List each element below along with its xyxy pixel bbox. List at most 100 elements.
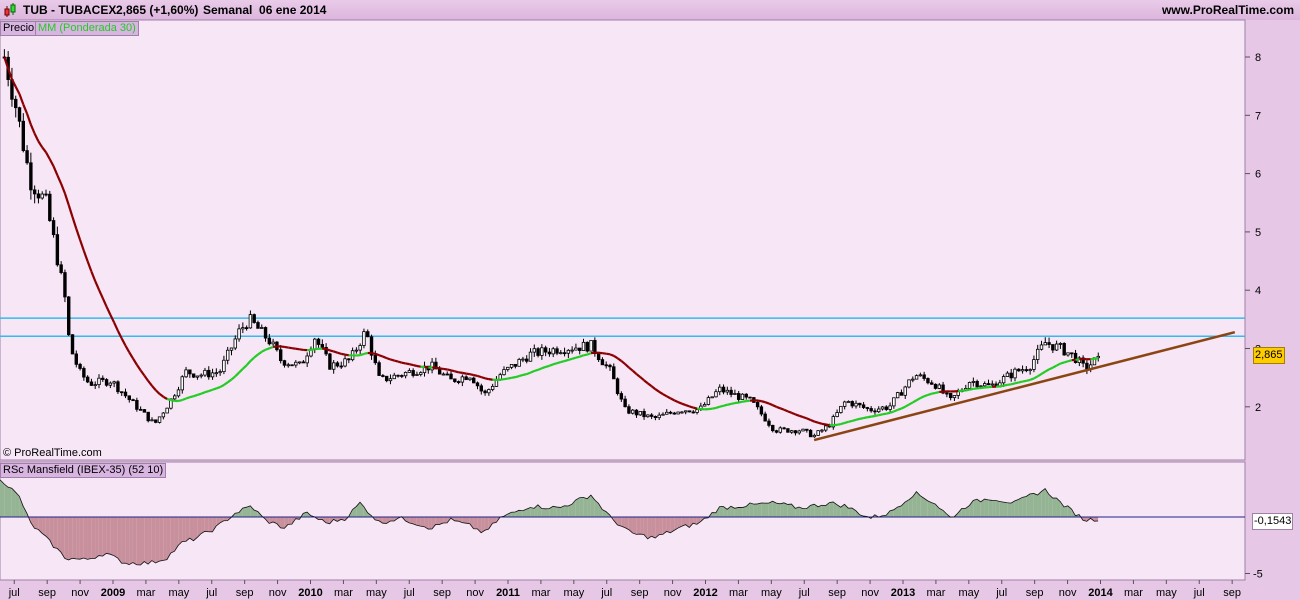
- candle-body: [403, 371, 408, 377]
- candle-body: [286, 364, 290, 367]
- ma-line-segment: [545, 364, 550, 368]
- time-label: sep: [38, 587, 56, 599]
- rsc-area-negative: [79, 517, 84, 560]
- rsc-area-negative: [129, 517, 133, 565]
- candle-body: [82, 368, 86, 378]
- candle-body: [67, 296, 71, 336]
- ma-line-segment: [511, 376, 516, 379]
- rsc-area-positive: [541, 508, 546, 517]
- candle-body: [456, 381, 461, 383]
- rsc-area-negative: [140, 517, 145, 565]
- candle-body: [294, 361, 298, 366]
- time-label: nov: [466, 587, 484, 599]
- candle-body: [142, 409, 147, 413]
- candle-body: [161, 412, 166, 418]
- ma-line-segment: [363, 351, 369, 355]
- candle-body: [744, 393, 748, 398]
- time-label: jul: [600, 587, 612, 599]
- ma-line-segment: [193, 393, 198, 398]
- candle-body: [718, 386, 722, 393]
- candle-body: [214, 372, 219, 375]
- ma-line-segment: [568, 357, 573, 361]
- ma-line-segment: [1022, 379, 1027, 383]
- candle-body: [392, 374, 396, 380]
- time-label: jul: [1193, 587, 1205, 599]
- rsc-area-negative: [68, 517, 73, 560]
- candle-body: [388, 378, 393, 382]
- rsc-area-negative: [121, 517, 126, 564]
- candle-body: [793, 430, 798, 434]
- candle-body: [419, 372, 423, 375]
- ma-line-segment: [817, 421, 823, 425]
- candle-body: [313, 338, 317, 350]
- ma-line-segment: [1018, 380, 1023, 384]
- candle-body: [986, 383, 991, 386]
- candle-body: [150, 419, 154, 422]
- candle-body: [472, 377, 476, 384]
- ma-line-segment: [602, 352, 607, 355]
- candle-body: [85, 376, 90, 383]
- ma-line-segment: [462, 371, 467, 375]
- ma-line-segment: [405, 362, 410, 366]
- ma-line-segment: [586, 352, 592, 356]
- ma-line-segment: [859, 416, 864, 420]
- ma-line-segment: [500, 378, 505, 381]
- ma-line-segment: [386, 357, 391, 361]
- ma-line-segment: [454, 370, 459, 374]
- candle-body: [278, 349, 283, 362]
- rsc-area-negative: [132, 517, 137, 565]
- candle-body: [623, 398, 627, 408]
- candle-body: [93, 384, 97, 387]
- chart-area[interactable]: 2345678-5julsepnov2009marmayjulsepnov201…: [0, 0, 1300, 600]
- candle-body: [903, 386, 907, 396]
- candle-body: [581, 341, 586, 351]
- candle-body: [437, 368, 442, 375]
- legend-price[interactable]: Precio: [0, 21, 38, 36]
- ma-line-segment: [480, 376, 486, 380]
- ma-line-segment: [200, 391, 206, 395]
- rsc-area-negative: [95, 517, 99, 559]
- ma-line-segment: [738, 400, 743, 404]
- ma-line-segment: [416, 364, 421, 368]
- candle-body: [460, 376, 465, 383]
- candle-body: [123, 391, 128, 397]
- ma-line-segment: [450, 369, 456, 373]
- candle-body: [676, 411, 680, 415]
- rsc-area-negative: [155, 517, 160, 563]
- candle-body: [630, 409, 635, 414]
- rsc-area-positive: [1026, 493, 1030, 517]
- ma-line-segment: [821, 422, 826, 426]
- rsc-area-negative: [151, 517, 156, 563]
- time-label: may: [366, 587, 387, 599]
- candle-body: [1043, 342, 1047, 346]
- candle-body: [331, 362, 336, 370]
- candle-body: [14, 98, 18, 109]
- ma-line-segment: [886, 411, 891, 415]
- candle-body: [725, 389, 730, 393]
- legend-rsc[interactable]: RSc Mansfield (IBEX-35) (52 10): [0, 463, 167, 478]
- time-label: mar: [334, 587, 353, 599]
- candle-body: [1054, 343, 1059, 351]
- ma-line-segment: [855, 417, 861, 421]
- candle-body: [207, 369, 211, 378]
- ma-line-segment: [874, 414, 879, 418]
- ma-line-segment: [730, 401, 736, 405]
- candle-body: [721, 386, 726, 393]
- candle-body: [880, 406, 885, 410]
- rsc-area-positive: [776, 503, 781, 517]
- ma-line-segment: [371, 352, 376, 355]
- rsc-area-negative: [136, 517, 141, 565]
- legend-ma[interactable]: MM (Ponderada 30): [35, 21, 139, 36]
- ma-line-segment: [473, 373, 478, 378]
- candle-body: [604, 364, 608, 367]
- candle-body: [646, 414, 650, 418]
- ma-line-segment: [299, 348, 304, 352]
- time-label: sep: [1223, 587, 1241, 599]
- ma-line-segment: [1010, 382, 1016, 386]
- ma-line-segment: [882, 412, 887, 416]
- candle-body: [271, 341, 275, 345]
- ma-line-segment: [893, 408, 899, 413]
- ma-line-segment: [761, 400, 766, 404]
- rsc-area-negative: [473, 517, 478, 529]
- candle-body: [17, 107, 22, 122]
